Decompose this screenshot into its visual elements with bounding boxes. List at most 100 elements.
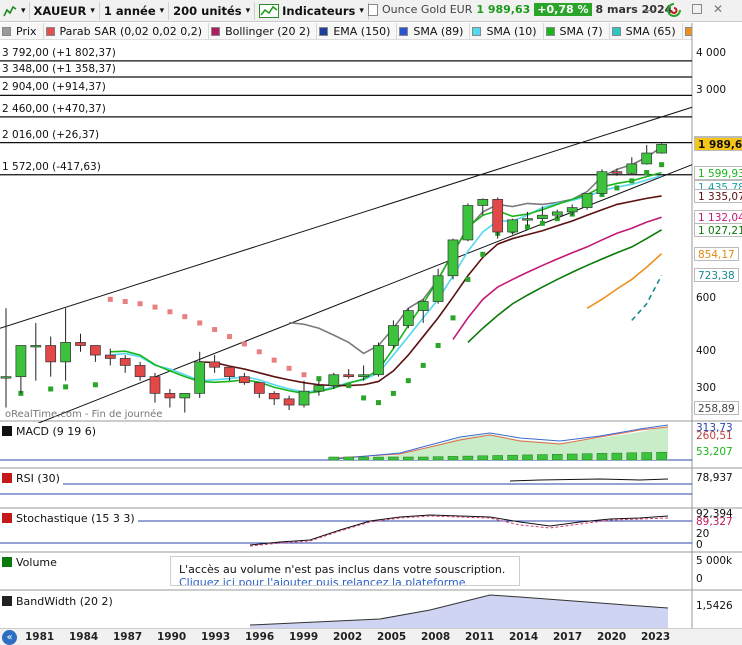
price-tag-4: 1 335,07: [694, 188, 742, 203]
macd-hist-bar-44: [656, 451, 667, 461]
macd-hist-bar-37: [552, 454, 563, 461]
candle-body-36: [537, 214, 548, 219]
candle-body-22: [328, 374, 340, 386]
time-axis-label-13: 2020: [597, 631, 627, 643]
macd-hist-bar-36: [537, 454, 548, 461]
candle-body-39: [581, 193, 593, 208]
volume-message-link[interactable]: Cliquez ici pour l'ajouter puis relancez…: [179, 576, 511, 585]
candle-body-0: [0, 376, 12, 379]
pane-title-volume[interactable]: Volume: [0, 554, 60, 570]
time-axis: « 1981 1984 1987 1990 1993 1996 1999 2002 2005 20…: [0, 628, 742, 645]
candle-body-35: [522, 218, 533, 221]
sar-dot-21: [361, 395, 367, 401]
candle-body-26: [388, 325, 399, 346]
candle-body-32: [477, 199, 489, 206]
time-axis-label-2: 1987: [113, 631, 143, 643]
candle-body-14: [209, 361, 220, 368]
volume-axis-zero: 0: [696, 573, 703, 585]
pane-title-rsi[interactable]: RSI (30): [0, 470, 63, 486]
price-pane-bg: [0, 41, 692, 420]
stoch-tag-1: 89,327: [696, 516, 733, 528]
candle-body-6: [90, 345, 101, 356]
macd-hist-bar-43: [641, 452, 652, 461]
candle-body-30: [447, 239, 459, 277]
level-label-1: 3 348,00 (+1 358,37): [2, 63, 116, 75]
volume-subscription-message[interactable]: L'accès au volume n'est pas inclus dans …: [170, 556, 520, 586]
candle-body-2: [30, 345, 42, 348]
volume-message-text: L'accès au volume n'est pas inclus dans …: [179, 563, 506, 576]
macd-hist-bar-29: [432, 456, 444, 461]
candle-body-11: [164, 393, 176, 399]
chart-window: ▾ XAUEUR ▾ 1 année ▾ 200 unités ▾ Indicateu…: [0, 0, 742, 645]
sar-dot-4: [107, 296, 113, 302]
price-tag-8: 723,38: [694, 268, 739, 283]
macd-hist-bar-25: [373, 456, 384, 461]
candle-body-31: [462, 205, 474, 241]
sar-dot-15: [271, 357, 277, 363]
sar-dot-16: [286, 365, 292, 371]
candle-body-15: [224, 366, 235, 378]
sar-dot-12: [227, 334, 232, 340]
pane-title-bandwidth[interactable]: BandWidth (20 2): [0, 593, 116, 609]
level-label-4: 2 016,00 (+26,37): [2, 128, 100, 141]
price-tag-6: 1 027,21: [694, 222, 742, 237]
stoch-axis-0: 0: [696, 539, 703, 551]
candle-body-19: [283, 398, 295, 406]
sar-dot-11: [212, 327, 218, 333]
sar-dot-8: [167, 309, 173, 315]
price-axis-label-2: 600: [696, 292, 717, 305]
sar-dot-23: [390, 390, 396, 396]
sar-dot-5: [122, 299, 128, 305]
sar-dot-41: [659, 162, 665, 168]
price-tag-1: 1 989,63: [694, 137, 742, 152]
rsi-tag-0: 78,937: [696, 472, 733, 484]
time-axis-label-0: 1981: [25, 631, 55, 643]
sar-dot-3: [92, 382, 98, 388]
candle-body-42: [626, 163, 638, 174]
time-axis-label-9: 2008: [421, 631, 451, 643]
macd-hist-bar-31: [462, 455, 474, 461]
macd-title-label: MACD (9 19 6): [16, 424, 97, 438]
candle-body-33: [492, 199, 504, 233]
pane-title-stoch[interactable]: Stochastique (15 3 3): [0, 510, 138, 526]
macd-hist-bar-27: [403, 456, 414, 461]
volume-swatch-icon: [2, 557, 12, 567]
candle-body-37: [551, 211, 563, 216]
sar-dot-14: [256, 349, 262, 355]
macd-hist-bar-40: [596, 453, 608, 461]
sar-dot-7: [152, 304, 158, 310]
bandwidth-swatch-icon: [2, 596, 12, 606]
sar-dot-26: [435, 342, 441, 348]
candle-body-40: [596, 171, 608, 194]
rsi-title-label: RSI (30): [16, 471, 60, 485]
sar-dot-27: [450, 315, 456, 321]
sar-dot-29: [480, 251, 486, 257]
chart-canvas[interactable]: [0, 0, 742, 645]
time-axis-label-7: 2002: [333, 631, 363, 643]
macd-hist-bar-33: [492, 455, 503, 461]
candle-body-1: [15, 345, 27, 378]
time-axis-label-4: 1993: [201, 631, 231, 643]
candle-body-5: [75, 342, 86, 346]
candle-body-38: [566, 207, 578, 213]
sar-dot-6: [137, 301, 143, 307]
candle-body-13: [194, 361, 206, 394]
macd-tag-1: 260,51: [696, 430, 733, 442]
price-axis-label-4: 300: [696, 382, 717, 394]
sar-dot-10: [197, 320, 203, 326]
time-axis-label-12: 2017: [553, 631, 583, 643]
scroll-back-button[interactable]: «: [2, 630, 17, 645]
sar-dot-22: [376, 400, 381, 406]
candle-body-21: [313, 385, 325, 392]
pane-title-macd[interactable]: MACD (9 19 6): [0, 423, 100, 439]
macd-hist-bar-30: [447, 456, 459, 461]
sar-dot-18: [316, 376, 322, 382]
price-axis-label-0: 4 000: [696, 47, 727, 59]
candle-body-18: [268, 393, 280, 400]
macd-hist-bar-42: [626, 452, 638, 461]
macd-hist-bar-32: [477, 455, 489, 461]
candle-body-29: [432, 275, 444, 302]
sar-dot-39: [629, 178, 635, 184]
time-axis-label-11: 2014: [509, 631, 539, 643]
sar-dot-33: [539, 220, 545, 226]
